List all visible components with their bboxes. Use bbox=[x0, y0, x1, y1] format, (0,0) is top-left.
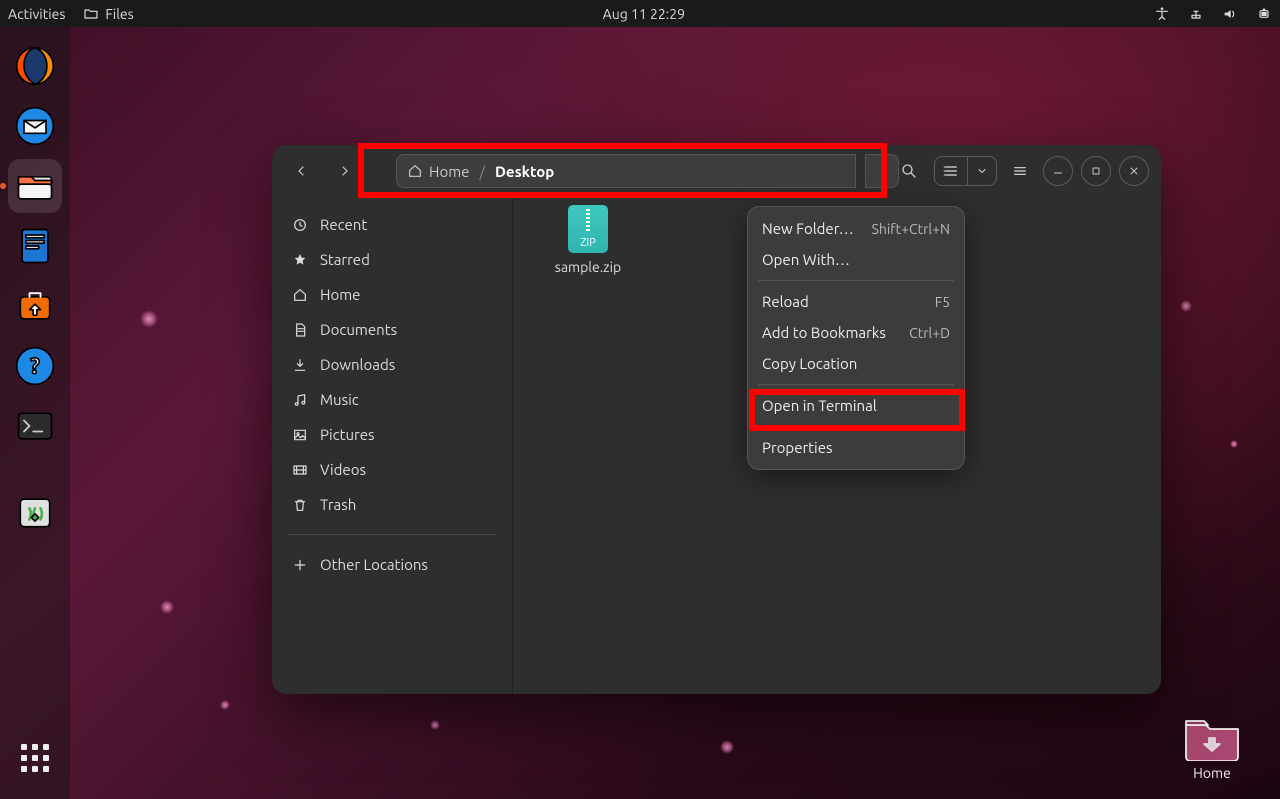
top-bar: Activities Files Aug 11 22:29 bbox=[0, 0, 1280, 27]
sidebar-item-downloads[interactable]: Downloads bbox=[280, 347, 504, 382]
documents-icon bbox=[292, 322, 308, 338]
ctx-reload[interactable]: ReloadF5 bbox=[748, 286, 964, 317]
sidebar-item-recent[interactable]: Recent bbox=[280, 207, 504, 242]
chevron-down-icon[interactable] bbox=[968, 157, 996, 185]
ctx-add-bookmark[interactable]: Add to BookmarksCtrl+D bbox=[748, 317, 964, 348]
back-button[interactable] bbox=[284, 154, 318, 188]
search-button[interactable] bbox=[892, 154, 926, 188]
sidebar-separator bbox=[288, 534, 496, 535]
path-bar[interactable]: Home / Desktop bbox=[396, 154, 856, 188]
close-button[interactable] bbox=[1119, 156, 1149, 186]
volume-icon[interactable] bbox=[1222, 6, 1238, 22]
sidebar-item-music[interactable]: Music bbox=[280, 382, 504, 417]
dock-software[interactable] bbox=[8, 279, 62, 333]
app-menu-files[interactable]: Files bbox=[83, 6, 133, 22]
desktop-home-label: Home bbox=[1193, 765, 1231, 781]
sidebar-item-starred[interactable]: Starred bbox=[280, 242, 504, 277]
sidebar-item-home[interactable]: Home bbox=[280, 277, 504, 312]
crumb-home[interactable]: Home bbox=[407, 163, 469, 180]
svg-text:?: ? bbox=[30, 353, 40, 378]
ctx-properties[interactable]: Properties bbox=[748, 432, 964, 463]
dock-writer[interactable] bbox=[8, 219, 62, 273]
music-icon bbox=[292, 392, 308, 408]
file-label: sample.zip bbox=[555, 259, 621, 275]
crumb-sep: / bbox=[479, 163, 485, 180]
show-applications[interactable] bbox=[8, 731, 62, 785]
folder-icon bbox=[83, 6, 99, 22]
minimize-button[interactable] bbox=[1043, 156, 1073, 186]
sidebar-item-trash[interactable]: Trash bbox=[280, 487, 504, 522]
dock-files[interactable] bbox=[8, 159, 62, 213]
hamburger-menu[interactable] bbox=[1005, 156, 1035, 186]
videos-icon bbox=[292, 462, 308, 478]
list-view-icon[interactable] bbox=[935, 157, 968, 185]
dock-terminal[interactable] bbox=[8, 399, 62, 453]
accessibility-icon[interactable] bbox=[1154, 6, 1170, 22]
view-toggle[interactable] bbox=[934, 156, 997, 186]
sidebar-item-videos[interactable]: Videos bbox=[280, 452, 504, 487]
battery-icon[interactable] bbox=[1256, 6, 1272, 22]
ctx-open-with[interactable]: Open With… bbox=[748, 244, 964, 275]
clock-icon bbox=[292, 217, 308, 233]
ctx-new-folder[interactable]: New Folder…Shift+Ctrl+N bbox=[748, 213, 964, 244]
file-sample-zip[interactable]: ZIP sample.zip bbox=[543, 205, 633, 275]
ctx-copy-location[interactable]: Copy Location bbox=[748, 348, 964, 379]
dock-thunderbird[interactable] bbox=[8, 99, 62, 153]
sidebar-item-pictures[interactable]: Pictures bbox=[280, 417, 504, 452]
ctx-sep bbox=[758, 426, 954, 427]
sidebar-item-other-locations[interactable]: Other Locations bbox=[280, 547, 504, 582]
network-icon[interactable] bbox=[1188, 6, 1204, 22]
home-icon bbox=[292, 287, 308, 303]
ctx-sep bbox=[758, 280, 954, 281]
star-icon bbox=[292, 252, 308, 268]
clock[interactable]: Aug 11 22:29 bbox=[134, 6, 1154, 22]
maximize-button[interactable] bbox=[1081, 156, 1111, 186]
dock: ? bbox=[0, 27, 70, 799]
dock-help[interactable]: ? bbox=[8, 339, 62, 393]
titlebar: Home / Desktop bbox=[272, 145, 1161, 197]
sidebar-item-documents[interactable]: Documents bbox=[280, 312, 504, 347]
ctx-open-terminal[interactable]: Open in Terminal bbox=[748, 390, 964, 421]
zip-icon: ZIP bbox=[568, 205, 608, 253]
trash-icon bbox=[292, 497, 308, 513]
plus-icon bbox=[292, 557, 308, 573]
context-menu: New Folder…Shift+Ctrl+N Open With… Reloa… bbox=[747, 206, 965, 470]
dock-firefox[interactable] bbox=[8, 39, 62, 93]
desktop-home-folder[interactable]: Home bbox=[1184, 715, 1240, 781]
sidebar: Recent Starred Home Documents Downloads … bbox=[272, 197, 513, 694]
dock-trash[interactable] bbox=[8, 485, 62, 539]
files-window: Home / Desktop Recent Starred Home Docum… bbox=[272, 145, 1161, 694]
pictures-icon bbox=[292, 427, 308, 443]
crumb-desktop[interactable]: Desktop bbox=[495, 163, 554, 180]
activities-button[interactable]: Activities bbox=[8, 6, 65, 22]
forward-button[interactable] bbox=[328, 154, 362, 188]
folder-icon bbox=[1184, 715, 1240, 761]
home-icon bbox=[407, 163, 423, 179]
ctx-sep bbox=[758, 384, 954, 385]
downloads-icon bbox=[292, 357, 308, 373]
